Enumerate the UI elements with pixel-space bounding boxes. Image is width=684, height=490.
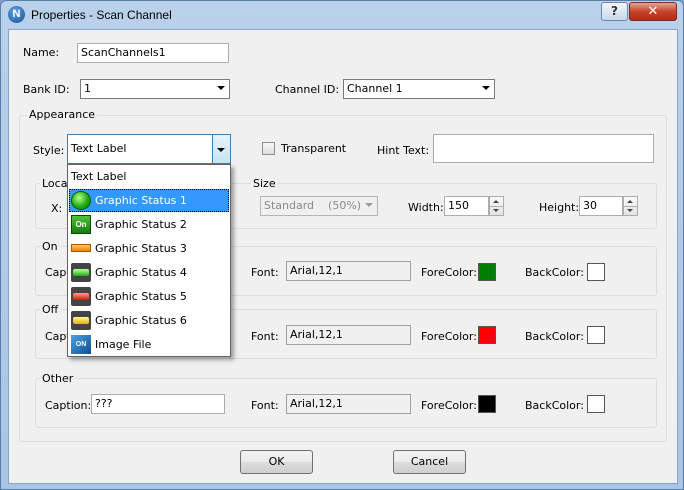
other-font-label: Font: <box>251 399 279 412</box>
location-group-label: Loca <box>40 177 70 190</box>
green-circle-icon <box>71 191 91 210</box>
dropdown-item-graphic-status-1[interactable]: Graphic Status 1 <box>69 189 229 212</box>
spin-up-icon <box>493 200 499 203</box>
style-value: Text Label <box>71 142 127 155</box>
on-badge-icon: On <box>71 215 91 234</box>
green-led-bar-icon <box>71 263 91 282</box>
spin-down-icon <box>627 209 633 212</box>
other-forecolor-label: ForeColor: <box>421 399 477 412</box>
channel-id-value: Channel 1 <box>347 82 403 95</box>
height-spinner[interactable] <box>623 196 638 216</box>
off-font-value[interactable]: Arial,12,1 <box>286 325 411 345</box>
on-group-label: On <box>40 240 60 253</box>
dropdown-item-label: Image File <box>95 338 152 351</box>
off-forecolor-label: ForeColor: <box>421 330 477 343</box>
on-backcolor-label: BackColor: <box>525 266 584 279</box>
help-button[interactable]: ? <box>601 2 628 21</box>
yellow-led-bar-icon <box>71 311 91 330</box>
other-caption-label: Caption: <box>45 399 92 412</box>
orange-bar-icon <box>71 244 91 252</box>
x-label: X: <box>51 202 63 215</box>
image-file-icon: ON <box>71 335 91 354</box>
chevron-down-icon <box>482 86 490 90</box>
off-font-label: Font: <box>251 330 279 343</box>
on-forecolor-label: ForeColor: <box>421 266 477 279</box>
dropdown-item-graphic-status-5[interactable]: Graphic Status 5 <box>69 285 229 308</box>
off-backcolor-swatch[interactable] <box>587 326 605 344</box>
hint-text-label: Hint Text: <box>377 144 430 157</box>
dropdown-item-graphic-status-2[interactable]: On Graphic Status 2 <box>69 213 229 236</box>
chevron-down-icon <box>217 148 225 152</box>
bank-id-label: Bank ID: <box>23 83 70 96</box>
height-input[interactable]: 30 <box>579 196 623 216</box>
other-backcolor-label: BackColor: <box>525 399 584 412</box>
size-select[interactable]: Standard (50%) <box>260 196 378 216</box>
height-label: Height: <box>539 201 580 214</box>
transparent-checkbox[interactable] <box>262 142 275 155</box>
other-font-value[interactable]: Arial,12,1 <box>286 394 411 414</box>
dropdown-item-label: Graphic Status 2 <box>95 218 187 231</box>
other-caption-input[interactable]: ??? <box>91 394 225 414</box>
bank-id-value: 1 <box>84 82 91 95</box>
dropdown-item-label: Graphic Status 5 <box>95 290 187 303</box>
width-label: Width: <box>408 201 444 214</box>
dropdown-item-label: Graphic Status 3 <box>95 242 187 255</box>
size-value: Standard (50%) <box>264 199 362 212</box>
size-group-label: Size <box>251 177 278 190</box>
dropdown-item-label: Text Label <box>71 170 127 183</box>
off-backcolor-label: BackColor: <box>525 330 584 343</box>
dropdown-item-graphic-status-4[interactable]: Graphic Status 4 <box>69 261 229 284</box>
ok-button[interactable]: OK <box>240 450 313 474</box>
hint-text-input[interactable] <box>433 134 654 163</box>
style-select[interactable]: Text Label <box>67 134 231 164</box>
channel-id-label: Channel ID: <box>275 83 340 96</box>
dialog-body: Name: ScanChannels1 Bank ID: 1 Channel I… <box>8 29 678 484</box>
spin-up-icon <box>627 200 633 203</box>
style-dropdown-list: Text Label Graphic Status 1 On Graphic S… <box>67 164 231 357</box>
style-label: Style: <box>33 144 65 157</box>
window-title: Properties - Scan Channel <box>31 8 172 22</box>
dropdown-item-label: Graphic Status 6 <box>95 314 187 327</box>
dropdown-item-label: Graphic Status 1 <box>95 194 187 207</box>
width-spinner[interactable] <box>489 196 504 216</box>
red-led-bar-icon <box>71 287 91 306</box>
other-forecolor-swatch[interactable] <box>478 395 496 413</box>
on-backcolor-swatch[interactable] <box>587 263 605 281</box>
dropdown-item-graphic-status-3[interactable]: Graphic Status 3 <box>69 237 229 260</box>
chevron-down-icon <box>365 203 373 207</box>
on-font-value[interactable]: Arial,12,1 <box>286 261 411 281</box>
properties-dialog: N Properties - Scan Channel ? ✕ Name: Sc… <box>0 0 684 490</box>
close-button[interactable]: ✕ <box>629 2 677 21</box>
channel-id-select[interactable]: Channel 1 <box>343 79 495 99</box>
off-forecolor-swatch[interactable] <box>478 326 496 344</box>
width-input[interactable]: 150 <box>444 196 489 216</box>
name-label: Name: <box>23 46 60 59</box>
off-group-label: Off <box>40 303 61 316</box>
dropdown-item-label: Graphic Status 4 <box>95 266 187 279</box>
dropdown-item-graphic-status-6[interactable]: Graphic Status 6 <box>69 309 229 332</box>
other-backcolor-swatch[interactable] <box>587 395 605 413</box>
title-bar[interactable]: N Properties - Scan Channel ? ✕ <box>1 1 683 29</box>
name-input[interactable]: ScanChannels1 <box>77 43 229 63</box>
dropdown-item-text-label[interactable]: Text Label <box>69 165 229 188</box>
app-logo-icon: N <box>8 6 25 23</box>
spin-down-icon <box>493 209 499 212</box>
appearance-group-label: Appearance <box>27 108 98 121</box>
transparent-label[interactable]: Transparent <box>281 142 346 155</box>
bank-id-select[interactable]: 1 <box>80 79 230 99</box>
cancel-button[interactable]: Cancel <box>393 450 466 474</box>
on-forecolor-swatch[interactable] <box>478 263 496 281</box>
other-group-label: Other <box>40 372 76 385</box>
on-font-label: Font: <box>251 266 279 279</box>
dropdown-item-image-file[interactable]: ON Image File <box>69 333 229 356</box>
chevron-down-icon <box>217 86 225 90</box>
